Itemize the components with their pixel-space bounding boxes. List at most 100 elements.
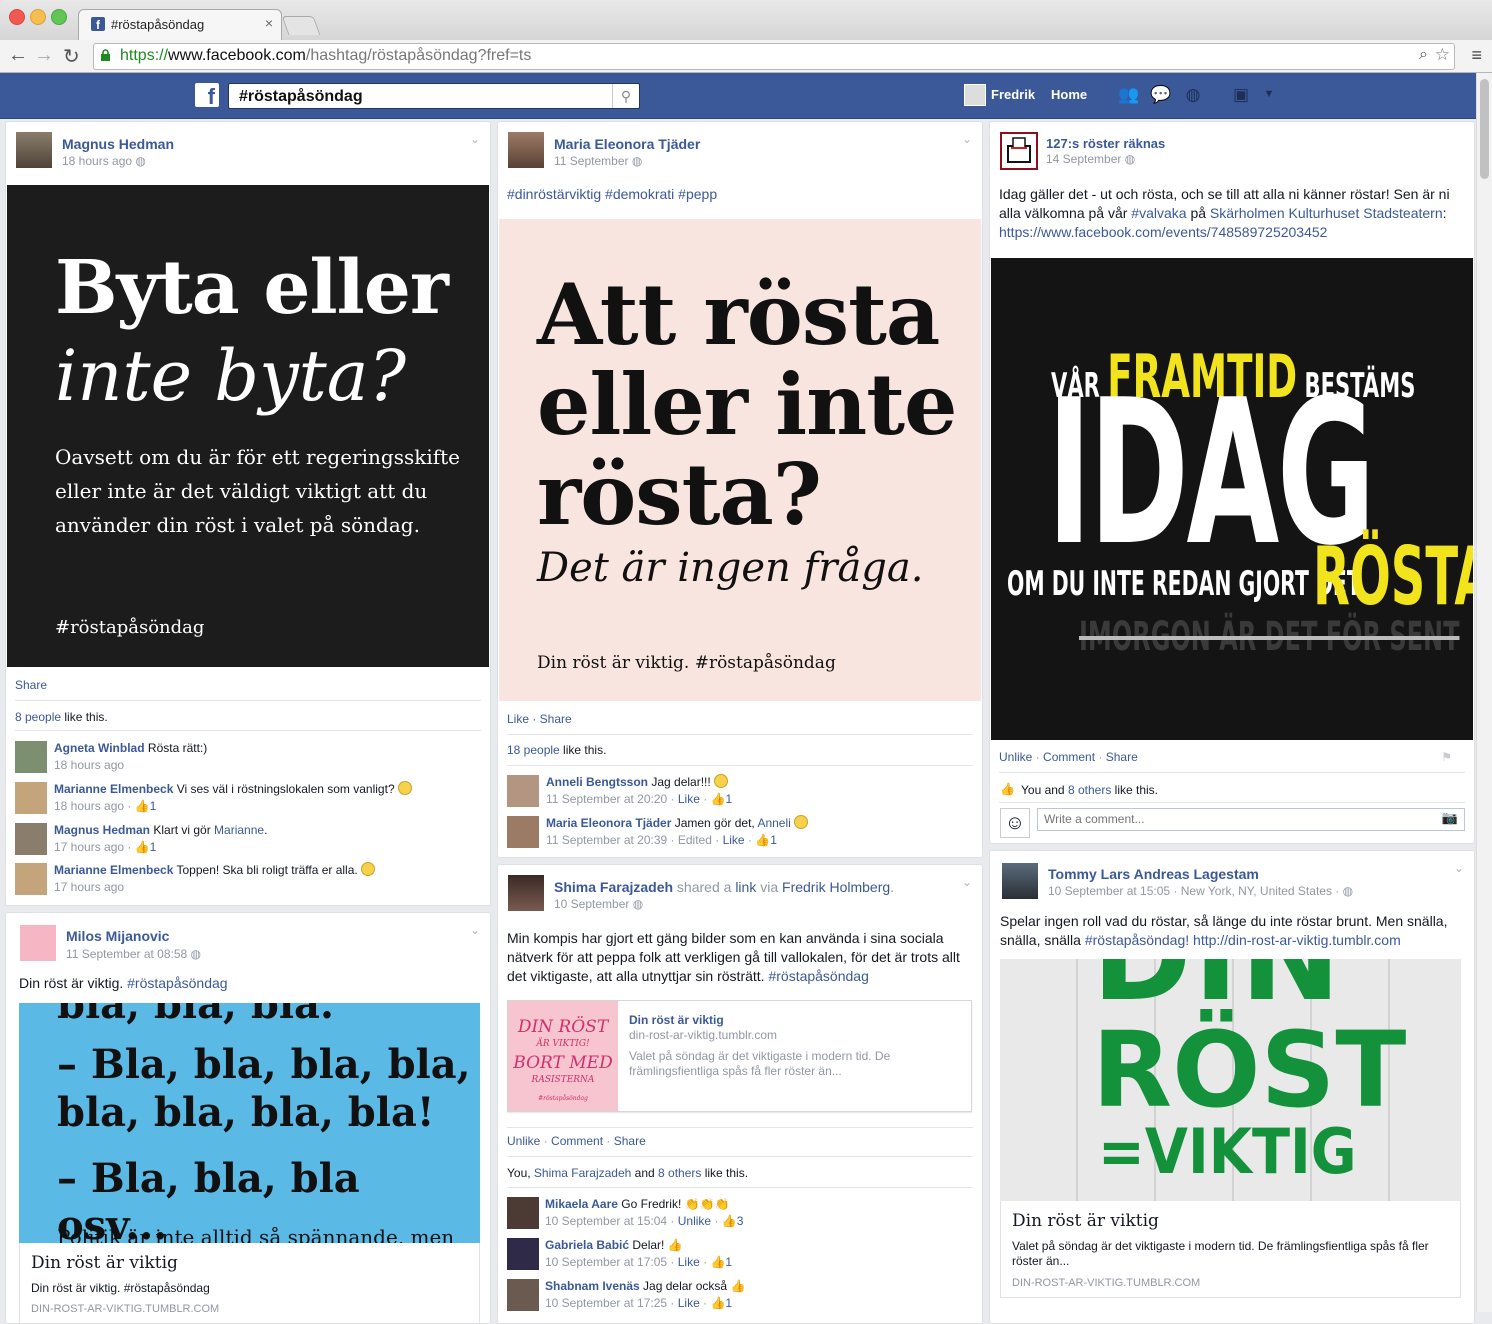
post-author[interactable]: Magnus Hedman [62, 136, 174, 152]
link-title[interactable]: Din röst är viktig [31, 1253, 178, 1273]
link-title[interactable]: Din röst är viktig [1012, 1211, 1159, 1231]
commenter-name[interactable]: Gabriela Babić [545, 1238, 629, 1252]
post-time[interactable]: 14 September [1046, 152, 1121, 166]
commenter-name[interactable]: Marianne Elmenbeck [54, 863, 173, 877]
link-preview-box[interactable]: DIN RÖST ÄR VIKTIG! BORT MED RASISTERNA … [507, 1000, 972, 1112]
post-timestamp[interactable]: 10 September at 15:05 · New York, NY, Un… [1048, 884, 1353, 898]
post-image[interactable]: VÅR FRAMTID BESTÄMS IDAG OM DU INTE REDA… [991, 258, 1473, 740]
event-url-link[interactable]: https://www.facebook.com/events/74858972… [999, 224, 1327, 240]
commenter-avatar[interactable] [15, 863, 47, 895]
commenter-avatar[interactable] [507, 816, 539, 848]
post-image[interactable]: Att rösta eller inte rösta? Det är ingen… [499, 219, 981, 701]
author-avatar[interactable] [20, 925, 56, 961]
commenter-name[interactable]: Magnus Hedman [54, 823, 150, 837]
report-flag-icon[interactable]: ⚑ [1441, 750, 1452, 764]
author-avatar[interactable] [1000, 132, 1038, 170]
comment-like-link[interactable]: Like [678, 1296, 700, 1310]
post-author[interactable]: Maria Eleonora Tjäder [554, 136, 700, 152]
post-author[interactable]: Tommy Lars Andreas Lagestam [1048, 866, 1259, 882]
comment-like-link[interactable]: Like [723, 833, 745, 847]
post-time[interactable]: 10 September at 15:05 · New York, NY, Un… [1048, 884, 1343, 898]
post-timestamp[interactable]: 14 September ◍ [1046, 152, 1135, 166]
commenter-avatar[interactable] [15, 782, 47, 814]
comment-like-link[interactable]: Unlike [678, 1214, 711, 1228]
commenter-name[interactable]: Shabnam Ivenäs [545, 1279, 640, 1293]
likes-count-link[interactable]: 18 people [507, 743, 560, 757]
post-timestamp[interactable]: 11 September at 08:58 ◍ [66, 947, 201, 961]
share-link[interactable]: Share [15, 678, 47, 692]
post-timestamp[interactable]: 11 September ◍ [554, 154, 642, 168]
link-preview-image[interactable]: DIN RÖST =VIKTIG [1000, 959, 1461, 1201]
post-options-chevron-icon[interactable]: ⌄ [962, 875, 972, 889]
post-time[interactable]: 11 September [554, 154, 629, 168]
likes-count-link[interactable]: 8 people [15, 710, 61, 724]
comment-mention[interactable]: Anneli [757, 816, 790, 830]
search-icon[interactable]: ⚲ [612, 84, 639, 108]
scrollbar-thumb[interactable] [1480, 79, 1489, 179]
shared-link-word[interactable]: link [735, 879, 756, 895]
via-name-link[interactable]: Fredrik Holmberg [782, 879, 890, 895]
commenter-avatar[interactable] [507, 1279, 539, 1311]
post-time[interactable]: 10 September [554, 897, 629, 911]
profile-link[interactable]: Fredrik [991, 87, 1035, 102]
home-link[interactable]: Home [1051, 87, 1087, 102]
zoom-icon[interactable]: ⌕ [1419, 46, 1428, 64]
comment-like-count[interactable]: 1 [725, 1296, 732, 1310]
comment-like-link[interactable]: Like [678, 1255, 700, 1269]
link-preview-box[interactable]: Din röst är viktig Valet på söndag är de… [1000, 1201, 1461, 1298]
link-title[interactable]: Din röst är viktig [629, 1013, 724, 1027]
commenter-avatar[interactable] [15, 741, 47, 773]
comment-link[interactable]: Comment [551, 1134, 603, 1148]
minimize-window-button[interactable] [30, 9, 46, 25]
post-author[interactable]: Milos Mijanovic [66, 928, 169, 944]
commenter-name[interactable]: Mikaela Aare [545, 1197, 618, 1211]
likes-others-link[interactable]: 8 others [1068, 783, 1111, 797]
address-bar[interactable]: https://www.facebook.com/hashtag/röstapå… [93, 43, 1455, 70]
post-timestamp[interactable]: 18 hours ago ◍ [62, 154, 146, 168]
search-input[interactable] [237, 87, 611, 107]
comment-like-count[interactable]: 1 [770, 833, 777, 847]
user-avatar[interactable] [964, 84, 986, 106]
browser-tab[interactable]: f #röstapåsöndag × [78, 9, 282, 41]
commenter-name[interactable]: Maria Eleonora Tjäder [546, 816, 671, 830]
commenter-name[interactable]: Anneli Bengtsson [546, 775, 648, 789]
unlike-link[interactable]: Unlike [507, 1134, 540, 1148]
comment-like-count[interactable]: 1 [150, 840, 157, 854]
privacy-shortcuts-icon[interactable]: ▣ [1230, 85, 1252, 105]
facebook-logo-icon[interactable]: f [195, 83, 219, 107]
post-url-link[interactable]: http://din-rost-ar-viktig.tumblr.com [1193, 932, 1401, 948]
browser-menu-icon[interactable]: ≡ [1471, 45, 1482, 66]
commenter-avatar[interactable] [15, 823, 47, 855]
post-options-chevron-icon[interactable]: ⌄ [470, 923, 480, 937]
comment-like-count[interactable]: 1 [726, 792, 733, 806]
comment-link[interactable]: Comment [1043, 750, 1095, 764]
post-options-chevron-icon[interactable]: ⌄ [470, 132, 480, 146]
commenter-avatar[interactable] [507, 1197, 539, 1229]
reload-icon[interactable]: ↻ [63, 44, 80, 69]
back-arrow-icon[interactable]: ← [8, 44, 28, 67]
comment-mention[interactable]: Marianne [214, 823, 264, 837]
author-avatar[interactable] [1002, 863, 1038, 899]
messages-icon[interactable]: 💬 [1150, 85, 1172, 105]
post-time[interactable]: 11 September at 08:58 [66, 947, 187, 961]
likes-name-link[interactable]: Shima Farajzadeh [534, 1166, 631, 1180]
post-options-chevron-icon[interactable]: ⌄ [962, 132, 972, 146]
friend-requests-icon[interactable]: 👥 [1118, 85, 1140, 105]
author-avatar[interactable] [16, 132, 52, 168]
post-hashtag[interactable]: #röstapåsöndag! [1085, 932, 1189, 948]
post-image[interactable]: Byta eller inte byta? Oavsett om du är f… [7, 185, 489, 667]
post-options-chevron-icon[interactable]: ⌄ [1454, 861, 1464, 875]
post-timestamp[interactable]: 10 September ◍ [554, 897, 643, 911]
unlike-link[interactable]: Unlike [999, 750, 1032, 764]
share-link[interactable]: Share [614, 1134, 646, 1148]
post-hashtags[interactable]: #dinröstärviktig #demokrati #pepp [507, 185, 717, 204]
post-time[interactable]: 18 hours ago [62, 154, 132, 168]
post-author[interactable]: Shima Farajzadeh [554, 879, 673, 895]
comment-like-count[interactable]: 1 [725, 1255, 732, 1269]
new-tab-button[interactable] [281, 16, 321, 35]
link-preview-image[interactable]: bla, bla, bla. – Bla, bla, bla, bla, bla… [19, 1003, 480, 1243]
comment-like-count[interactable]: 3 [737, 1214, 744, 1228]
comment-like-link[interactable]: Like [678, 792, 700, 806]
comment-like-count[interactable]: 1 [150, 799, 157, 813]
tab-close-icon[interactable]: × [265, 15, 273, 31]
